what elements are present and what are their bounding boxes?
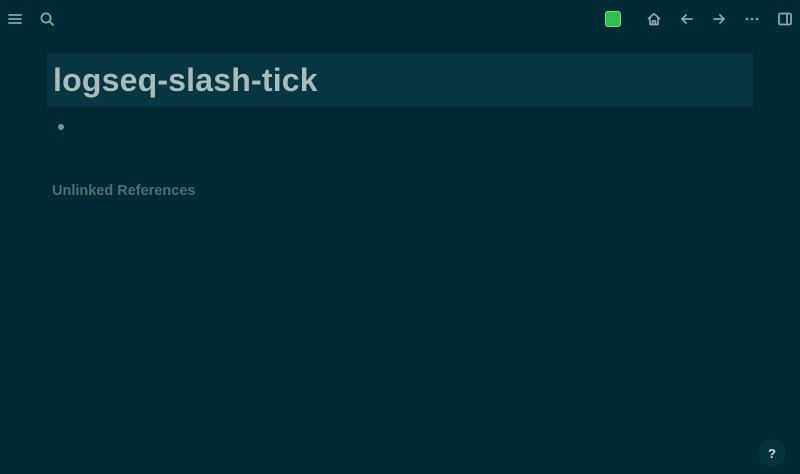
block-row (47, 117, 753, 141)
app-window: logseq-slash-tick Unlinked References ? (0, 0, 800, 474)
top-bar (0, 0, 800, 38)
more-icon (745, 17, 759, 21)
home-icon (647, 12, 661, 26)
search-icon (40, 12, 54, 26)
left-sidebar-toggle-button[interactable] (4, 8, 26, 30)
block-editor[interactable] (75, 117, 725, 141)
back-button[interactable] (676, 8, 698, 30)
forward-button[interactable] (708, 8, 730, 30)
more-button[interactable] (741, 8, 763, 30)
sidebar-toggle-icon (778, 12, 792, 26)
sync-status-button[interactable] (602, 8, 624, 30)
menu-icon (8, 14, 22, 24)
help-button[interactable]: ? (758, 439, 786, 467)
block-bullet-icon[interactable] (58, 124, 64, 130)
page-title-container[interactable]: logseq-slash-tick (47, 53, 753, 107)
forward-arrow-icon (713, 14, 725, 24)
search-button[interactable] (36, 8, 58, 30)
sync-status-icon (605, 11, 621, 27)
back-arrow-icon (681, 14, 693, 24)
page-content: logseq-slash-tick Unlinked References (47, 53, 753, 199)
page-title[interactable]: logseq-slash-tick (53, 62, 318, 99)
right-sidebar-toggle-button[interactable] (774, 8, 796, 30)
home-button[interactable] (643, 8, 665, 30)
unlinked-references-toggle[interactable]: Unlinked References (52, 183, 195, 199)
